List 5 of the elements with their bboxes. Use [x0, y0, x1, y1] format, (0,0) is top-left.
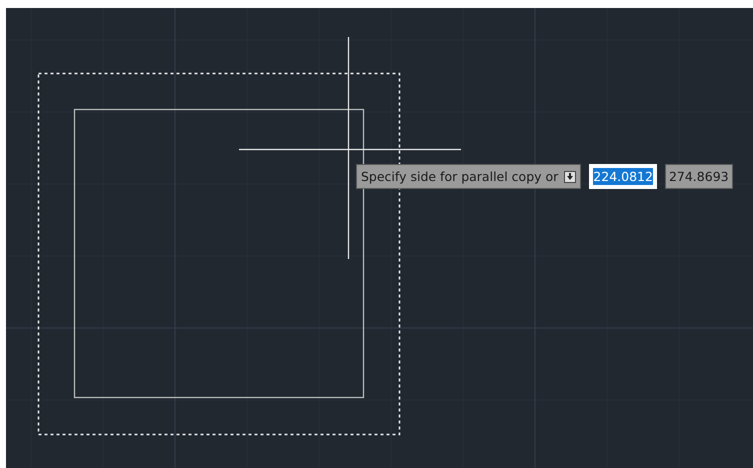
down-arrow-icon[interactable] [564, 170, 576, 182]
prompt-text: Specify side for parallel copy or [361, 169, 558, 184]
dimension-input[interactable]: 224.0812 [589, 164, 657, 189]
drawing-canvas[interactable]: Specify side for parallel copy or 224.0812 274.8693 [6, 8, 753, 468]
dimension-input[interactable]: 274.8693 [664, 164, 733, 189]
